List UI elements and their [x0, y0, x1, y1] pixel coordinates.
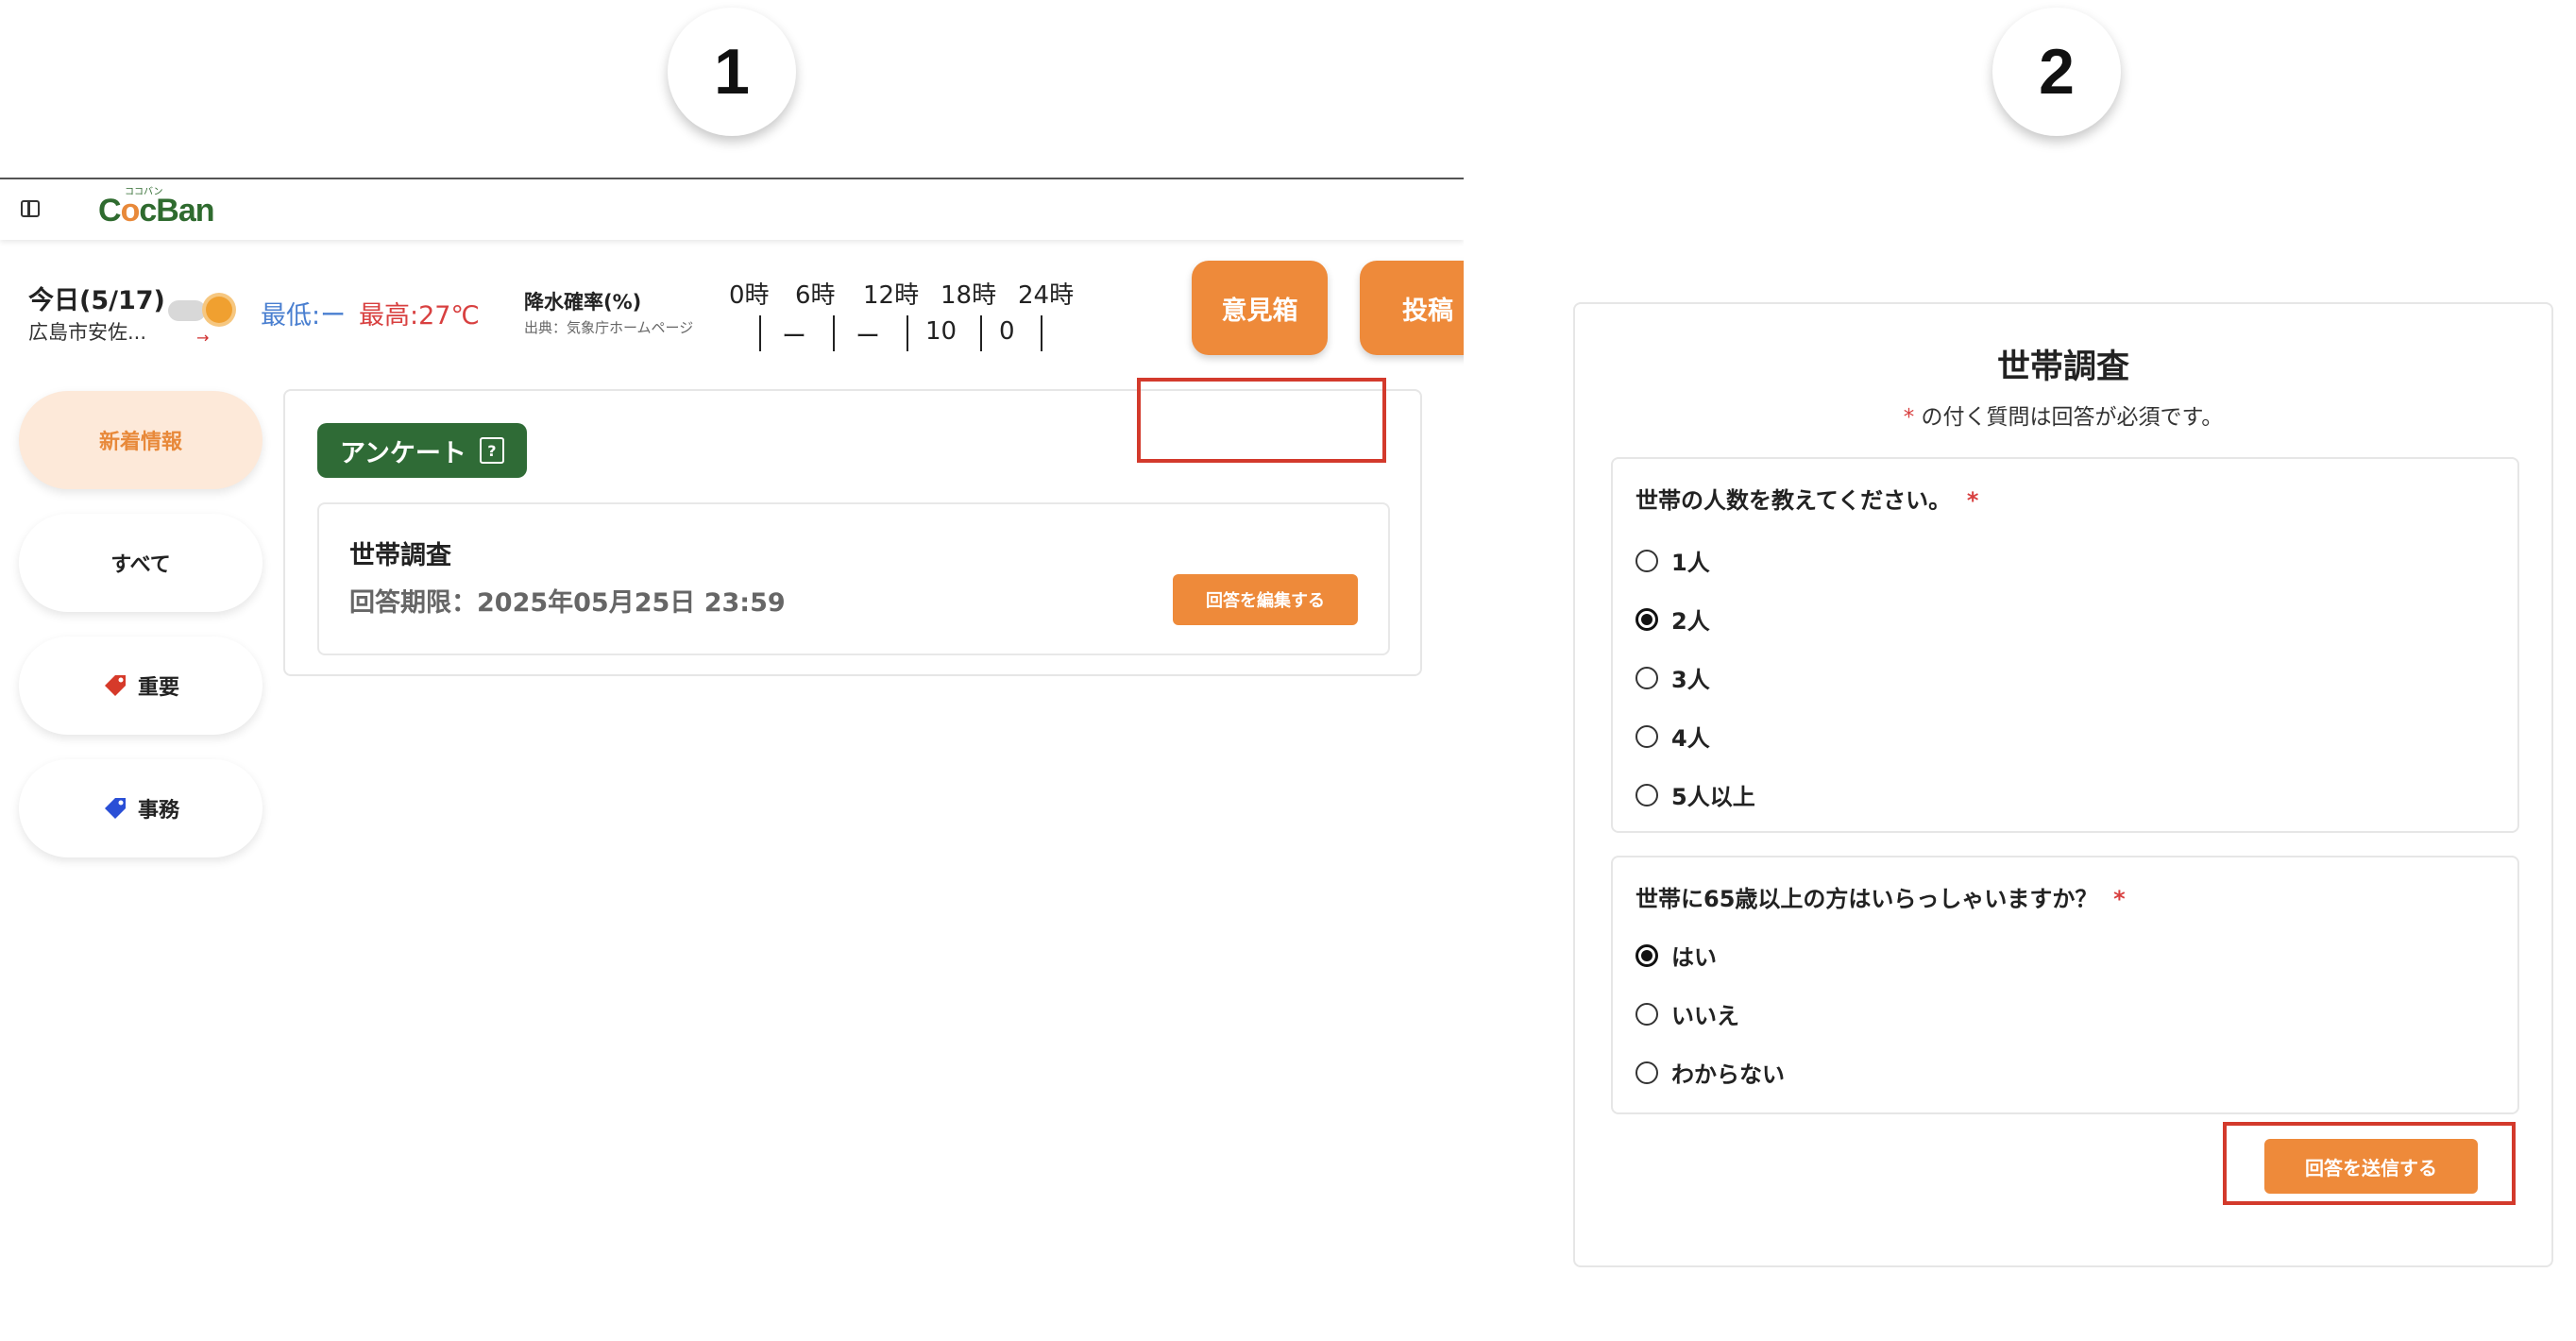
highlight-box — [2223, 1122, 2516, 1205]
rain-divider — [907, 315, 908, 351]
rain-source: 出典：気象庁ホームページ — [524, 319, 694, 336]
temp-max: 最高:27℃ — [359, 301, 480, 331]
rain-divider — [980, 315, 982, 351]
required-note: * の付く質問は回答が必須です。 — [1575, 399, 2551, 431]
form-title: 世帯調査 — [1996, 348, 2129, 386]
rain-value: 0 — [999, 317, 1015, 346]
survey-badge: アンケート ? — [317, 423, 527, 478]
logo-part: o — [120, 193, 141, 229]
radio-button[interactable] — [1635, 783, 1658, 806]
required-note-text: の付く質問は回答が必須です。 — [1914, 405, 2224, 430]
radio-button[interactable] — [1635, 1002, 1658, 1026]
required-star: * — [1903, 405, 1915, 430]
sidebar-item-important[interactable]: 重要 — [19, 637, 263, 735]
sidebar-toggle-icon[interactable] — [21, 200, 40, 217]
sidebar-item-label: 事務 — [137, 799, 179, 823]
rain-value: 10 — [925, 317, 958, 346]
step-number-1: 1 — [668, 8, 796, 136]
sidebar-item-label: 新着情報 — [98, 431, 182, 454]
rain-title: 降水確率(%) — [524, 291, 642, 314]
sidebar-item-label: すべて — [110, 553, 171, 577]
rain-hour: 0時 — [729, 281, 770, 310]
option-label: はい — [1671, 944, 1717, 971]
sidebar-item-label: 重要 — [137, 676, 179, 700]
weather-date: 今日(5/17) — [28, 286, 165, 315]
logo-part: c — [139, 193, 157, 229]
survey-badge-label: アンケート — [340, 438, 466, 468]
option-label: いいえ — [1671, 1003, 1739, 1029]
radio-button[interactable] — [1635, 666, 1658, 689]
option-label: 3人 — [1671, 667, 1710, 693]
survey-item: 世帯調査 回答期限：2025年05月25日 23:59 回答を編集する — [317, 502, 1390, 655]
option-label: わからない — [1671, 1061, 1785, 1088]
red-tag-icon — [102, 672, 128, 699]
radio-option[interactable]: はい — [1635, 939, 1717, 972]
rain-divider — [1041, 315, 1042, 351]
radio-button[interactable] — [1635, 549, 1658, 572]
app-header: ココバン CocBan — [0, 179, 1464, 240]
option-label: 5人以上 — [1671, 784, 1755, 810]
required-star: * — [1966, 487, 1979, 514]
opinion-box-button[interactable]: 意見箱 — [1192, 261, 1328, 355]
rain-divider — [759, 315, 761, 351]
logo-part: Ban — [156, 193, 214, 229]
rain-hour: 18時 — [941, 281, 997, 310]
radio-button[interactable] — [1635, 724, 1658, 748]
post-button[interactable]: 投稿 — [1360, 261, 1464, 355]
radio-option[interactable]: 2人 — [1635, 603, 1710, 636]
option-label: 1人 — [1671, 550, 1710, 576]
cloud-icon — [168, 300, 206, 321]
temp-min: 最低:ー — [261, 301, 347, 331]
rain-divider — [833, 315, 835, 351]
rain-hour: 24時 — [1018, 281, 1075, 310]
weather-place: 広島市安佐... — [28, 321, 147, 344]
radio-button-selected[interactable] — [1635, 943, 1658, 967]
arrow-icon: → — [196, 329, 210, 347]
logo-part: C — [98, 193, 122, 229]
survey-icon: ? — [479, 437, 504, 464]
question-text: 世帯の人数を教えてください。 — [1635, 487, 1952, 514]
radio-option[interactable]: 4人 — [1635, 720, 1710, 753]
sun-icon — [206, 297, 232, 323]
question-card: 世帯に65歳以上の方はいらっしゃいますか？ * はい いいえ わからない — [1611, 856, 2519, 1114]
highlight-box — [1137, 378, 1386, 463]
radio-option[interactable]: 3人 — [1635, 661, 1710, 694]
question-label: 世帯に65歳以上の方はいらっしゃいますか？ * — [1635, 880, 2126, 913]
survey-deadline: 回答期限：2025年05月25日 23:59 — [349, 588, 786, 618]
edit-answer-button[interactable]: 回答を編集する — [1173, 574, 1358, 625]
app-logo[interactable]: CocBan — [98, 193, 215, 229]
option-label: 2人 — [1671, 608, 1710, 635]
radio-option[interactable]: わからない — [1635, 1056, 1785, 1089]
step-number-2: 2 — [1992, 8, 2121, 136]
required-star: * — [2113, 886, 2126, 912]
rain-value: ー — [782, 323, 807, 351]
rain-hour: 12時 — [863, 281, 920, 310]
survey-title: 世帯調査 — [349, 541, 451, 570]
sidebar-item-all[interactable]: すべて — [19, 514, 263, 612]
rain-value: ー — [856, 323, 881, 351]
radio-option[interactable]: 5人以上 — [1635, 778, 1755, 811]
sidebar-item-office[interactable]: 事務 — [19, 759, 263, 857]
rain-hour: 6時 — [795, 281, 836, 310]
radio-option[interactable]: いいえ — [1635, 997, 1739, 1030]
news-screen: ココバン CocBan 今日(5/17) 広島市安佐... → 最低:ー 最高:… — [0, 178, 1464, 1341]
radio-option[interactable]: 1人 — [1635, 544, 1710, 577]
question-card: 世帯の人数を教えてください。 * 1人 2人 3人 4人 5人以上 — [1611, 457, 2519, 833]
blue-tag-icon — [102, 795, 128, 822]
sidebar-item-new[interactable]: 新着情報 — [19, 391, 263, 489]
question-text: 世帯に65歳以上の方はいらっしゃいますか？ — [1635, 886, 2098, 912]
option-label: 4人 — [1671, 725, 1710, 752]
radio-button[interactable] — [1635, 1061, 1658, 1084]
radio-button-selected[interactable] — [1635, 607, 1658, 631]
question-label: 世帯の人数を教えてください。 * — [1635, 482, 1978, 515]
